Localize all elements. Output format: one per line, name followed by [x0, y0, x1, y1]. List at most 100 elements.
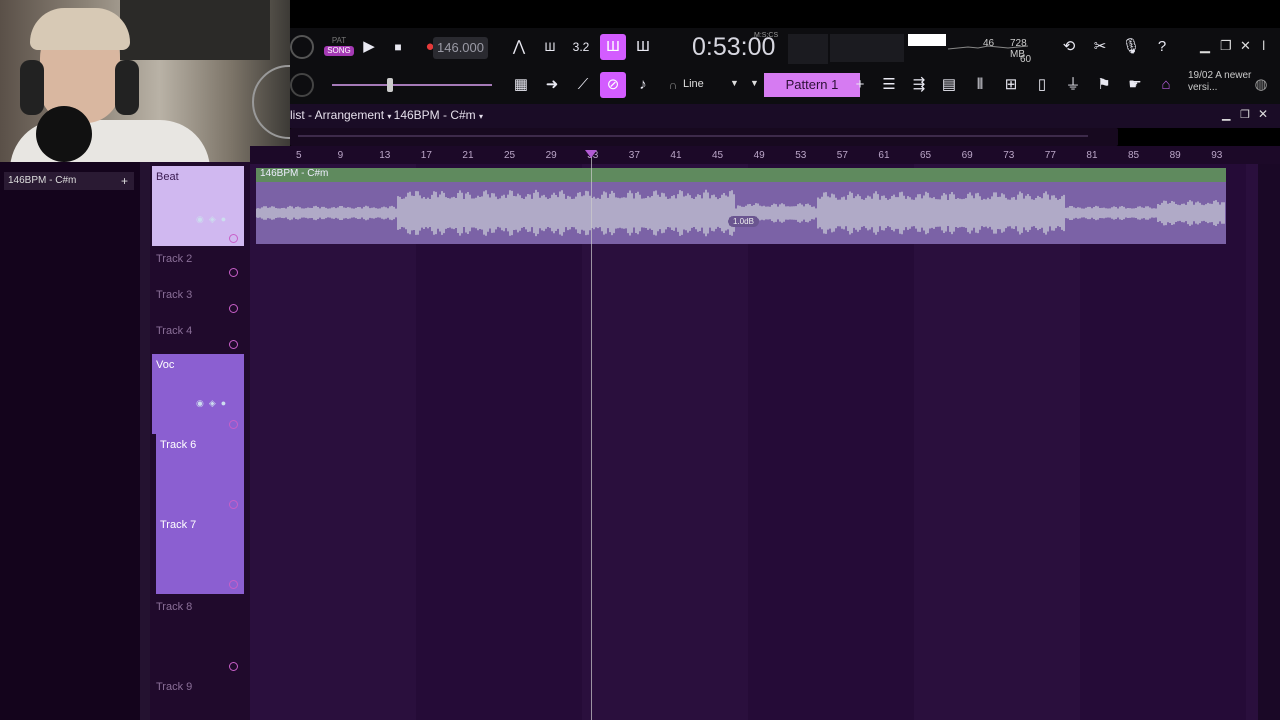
undo-icon[interactable]: ⟲: [1056, 34, 1082, 60]
track-header-6[interactable]: Track 6: [156, 434, 244, 514]
track-header-2[interactable]: Track 2: [152, 248, 244, 282]
step-seq-icon[interactable]: ⇶: [906, 72, 932, 98]
headphone-right: [115, 60, 139, 115]
playlist-title: list - Arrangement: [290, 108, 385, 122]
track-name: Track 6: [160, 439, 197, 451]
loop-record-icon[interactable]: Ш: [630, 34, 656, 60]
playhead-marker[interactable]: [585, 150, 597, 158]
ruler-tick: 69: [961, 150, 973, 161]
song-label: SONG: [324, 46, 354, 56]
master-pitch-slider[interactable]: [332, 84, 492, 86]
countdown-icon[interactable]: 3.2: [568, 34, 594, 60]
ruler-tick: 73: [1003, 150, 1015, 161]
track-mute-dot[interactable]: [229, 580, 238, 589]
brush-icon[interactable]: ⟋: [570, 72, 596, 98]
clip-header[interactable]: 146BPM - C#m: [256, 168, 1226, 182]
snap-select[interactable]: Line: [683, 78, 704, 90]
ruler-tick: 89: [1169, 150, 1181, 161]
track-header-voc[interactable]: Voc ◉◈●: [152, 354, 244, 434]
track-mute-dot[interactable]: [229, 304, 238, 313]
ruler-tick: 25: [504, 150, 516, 161]
track-mute-dot[interactable]: [229, 500, 238, 509]
track-controls[interactable]: ◉◈●: [196, 214, 231, 225]
tempo-display[interactable]: 146.000: [433, 37, 488, 59]
pattern-dropdown-icon[interactable]: ▼: [750, 78, 759, 88]
audio-clip[interactable]: 146BPM - C#m 1.0dB: [256, 168, 1226, 244]
pat-song-toggle[interactable]: PAT SONG: [324, 36, 354, 60]
play-icon[interactable]: ▶: [356, 34, 382, 60]
playlist-minimize-icon[interactable]: ▁: [1222, 108, 1230, 121]
wait-record-icon[interactable]: Ш: [537, 34, 563, 60]
clip-name: 146BPM - C#m: [260, 168, 329, 179]
track-name: Voc: [156, 359, 175, 371]
horizontal-scrollbar[interactable]: [290, 128, 1118, 146]
master-pitch-knob[interactable]: [290, 73, 314, 97]
track-header-beat[interactable]: Beat ◉◈●: [152, 166, 244, 246]
playlist-grid[interactable]: [250, 164, 1258, 720]
main-toolbar: PAT SONG ▶ ■ ● 146.000 ⋀ Ш 3.2 Ш Ш 0:53:…: [290, 28, 1280, 104]
track-mute-dot[interactable]: [229, 268, 238, 277]
webcam-overlay: [0, 0, 290, 162]
cut-icon[interactable]: ✂: [1087, 34, 1113, 60]
track-mute-dot[interactable]: [229, 340, 238, 349]
mixer-icon[interactable]: ⫴: [967, 72, 993, 98]
track-header-8[interactable]: Track 8: [152, 596, 244, 676]
minimize-icon[interactable]: ▁: [1200, 38, 1210, 54]
track-header-3[interactable]: Track 3: [152, 284, 244, 318]
track-header-4[interactable]: Track 4: [152, 320, 244, 354]
channel-rack-icon[interactable]: ▤: [936, 72, 962, 98]
track-header-9[interactable]: Track 9: [152, 676, 244, 720]
close-icon[interactable]: ✕: [1240, 38, 1251, 54]
metronome-icon[interactable]: ⋀: [506, 34, 532, 60]
plugin-icon[interactable]: ⏚: [1060, 72, 1086, 98]
performance-icon[interactable]: ⚑: [1091, 72, 1117, 98]
browser-icon[interactable]: ⊞: [998, 72, 1024, 98]
add-pattern-icon[interactable]: +: [847, 72, 873, 98]
playlist-close-icon[interactable]: ✕: [1258, 107, 1268, 121]
track-mute-dot[interactable]: [229, 662, 238, 671]
track-controls[interactable]: ◉◈●: [196, 398, 231, 409]
ruler-tick: 41: [670, 150, 682, 161]
app-menu-icon[interactable]: ǀ: [1262, 38, 1265, 53]
track-mute-dot[interactable]: [229, 420, 238, 429]
add-icon[interactable]: +: [121, 172, 128, 190]
help-icon[interactable]: ?: [1149, 34, 1175, 60]
person-cap: [30, 8, 130, 50]
mic-icon[interactable]: 🎙: [1118, 34, 1144, 60]
maximize-icon[interactable]: ❐: [1220, 38, 1232, 54]
snap-dropdown-icon[interactable]: ▼: [730, 78, 739, 88]
oscilloscope: [830, 34, 904, 62]
ruler-tick: 13: [379, 150, 391, 161]
vertical-scrollbar[interactable]: [1258, 164, 1280, 720]
time-unit-label: M:S:CS: [754, 32, 779, 39]
master-volume-knob[interactable]: [290, 35, 314, 59]
next-icon[interactable]: ➜: [539, 72, 565, 98]
slider-handle[interactable]: [387, 78, 393, 92]
ruler-tick: 17: [420, 150, 432, 161]
shelf: [120, 0, 270, 60]
panel-divider[interactable]: [140, 162, 150, 720]
playlist-project: 146BPM - C#m: [393, 108, 476, 122]
touch-icon[interactable]: ☛: [1122, 72, 1148, 98]
playlist-icon[interactable]: ☰: [876, 72, 902, 98]
pattern-selector[interactable]: Pattern 1: [764, 73, 860, 97]
globe-icon[interactable]: ◍: [1248, 72, 1274, 98]
files-icon[interactable]: ▯: [1029, 72, 1055, 98]
shop-icon[interactable]: ⌂: [1153, 72, 1179, 98]
cpu-bar: [908, 34, 946, 46]
link-icon[interactable]: ⊘: [600, 72, 626, 98]
timeline-ruler[interactable]: 5 9 13 17 21 25 29 33 37 41 45 49 53 57 61 65 69 73 77 81 85…: [250, 146, 1280, 164]
piano-roll-icon[interactable]: ▦: [508, 72, 534, 98]
track-mute-dot[interactable]: [229, 234, 238, 243]
stop-icon[interactable]: ■: [385, 34, 411, 60]
fan: [252, 65, 290, 139]
scroll-thumb[interactable]: [298, 135, 1088, 137]
ruler-tick: 5: [296, 150, 302, 161]
ruler-tick: 29: [545, 150, 557, 161]
track-header-7[interactable]: Track 7: [156, 514, 244, 594]
project-dropdown-icon[interactable]: ▾: [479, 112, 483, 121]
step-edit-icon[interactable]: Ш: [600, 34, 626, 60]
picker-item[interactable]: 146BPM - C#m +: [4, 172, 134, 190]
bell-icon[interactable]: ♪: [630, 72, 656, 98]
playlist-maximize-icon[interactable]: ❐: [1240, 108, 1250, 121]
